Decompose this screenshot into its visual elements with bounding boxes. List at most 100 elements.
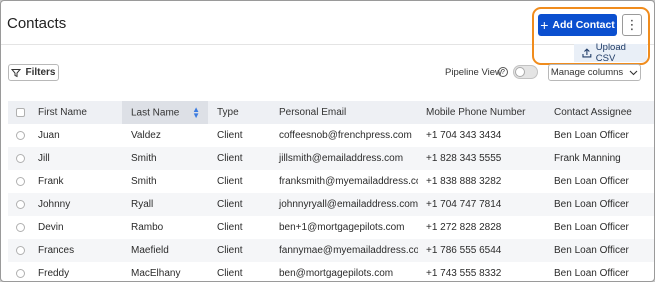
email-cell: johnnyryall@emailaddress.com bbox=[270, 193, 418, 216]
filter-icon bbox=[11, 68, 22, 77]
table-row[interactable]: Jill Smith Client jillsmith@emailaddress.co… bbox=[8, 147, 654, 170]
row-checkbox[interactable] bbox=[16, 245, 25, 255]
mobile-cell: +1 743 555 8332 bbox=[426, 268, 502, 279]
assignee-cell: Ben Loan Officer bbox=[554, 176, 629, 187]
select-all-cell bbox=[8, 101, 38, 124]
first-name-cell: Johnny bbox=[38, 193, 122, 216]
mobile-cell: +1 786 555 6544 bbox=[418, 239, 554, 262]
row-select-cell bbox=[8, 262, 38, 281]
help-icon[interactable]: ? bbox=[498, 67, 508, 77]
type-cell: Client bbox=[208, 193, 270, 216]
row-select-cell bbox=[8, 124, 38, 147]
first-name-cell: Devin bbox=[38, 222, 64, 233]
email-cell: ben+1@mortgagepilots.com bbox=[279, 222, 405, 233]
sort-icon[interactable]: ▲ ▼ bbox=[192, 105, 200, 119]
first-name-cell: Frank bbox=[38, 176, 64, 187]
last-name-cell: Maefield bbox=[122, 239, 208, 262]
contacts-panel: Contacts + Add Contact ⋮ Upload CSV Filt… bbox=[0, 0, 655, 282]
column-header-mobile-phone[interactable]: Mobile Phone Number bbox=[418, 101, 554, 124]
table-row[interactable]: Devin Rambo Client ben+1@mortgagepilots.com… bbox=[8, 216, 654, 239]
type-cell: Client bbox=[217, 268, 243, 279]
row-select-cell bbox=[8, 147, 38, 170]
mobile-cell: +1 704 343 3434 bbox=[426, 130, 502, 141]
row-checkbox[interactable] bbox=[16, 153, 25, 163]
row-select-cell bbox=[8, 170, 38, 193]
column-header-label: Last Name bbox=[131, 107, 180, 119]
page-header: Contacts + Add Contact ⋮ bbox=[1, 1, 654, 45]
upload-csv-label: Upload CSV bbox=[595, 42, 626, 64]
chevron-down-icon bbox=[629, 70, 638, 75]
toggle-knob bbox=[515, 67, 525, 77]
add-contact-label: Add Contact bbox=[552, 19, 615, 31]
email-cell: coffeesnob@frenchpress.com bbox=[279, 130, 412, 141]
column-header-personal-email[interactable]: Personal Email bbox=[270, 101, 418, 124]
column-header-label: First Name bbox=[38, 107, 87, 118]
column-header-type[interactable]: Type bbox=[208, 101, 270, 124]
column-header-label: Type bbox=[217, 107, 239, 118]
row-checkbox[interactable] bbox=[16, 199, 25, 209]
upload-csv-menu-item[interactable]: Upload CSV bbox=[574, 42, 647, 64]
table-row[interactable]: Frank Smith Client franksmith@myemailaddres… bbox=[8, 170, 654, 193]
row-select-cell bbox=[8, 216, 38, 239]
manage-columns-label: Manage columns bbox=[550, 67, 624, 78]
row-checkbox[interactable] bbox=[16, 176, 25, 186]
table-header-row: First Name Last Name ▲ ▼ Type Personal Em… bbox=[8, 101, 654, 124]
type-cell: Client bbox=[217, 176, 243, 187]
table-row[interactable]: Freddy MacElhany Client ben@mortgagepilots.… bbox=[8, 262, 654, 281]
email-cell: jillsmith@emailaddress.com bbox=[270, 147, 418, 170]
email-cell: fannymae@myemailaddress.com bbox=[270, 239, 418, 262]
column-header-label: Mobile Phone Number bbox=[426, 107, 526, 118]
table-row[interactable]: Johnny Ryall Client johnnyryall@emailaddres… bbox=[8, 193, 654, 216]
row-checkbox[interactable] bbox=[16, 130, 25, 140]
last-name-cell: Ryall bbox=[122, 193, 208, 216]
column-header-label: Personal Email bbox=[279, 107, 347, 118]
column-header-contact-assignee[interactable]: Contact Assignee bbox=[554, 101, 654, 124]
first-name-cell: Jill bbox=[38, 147, 122, 170]
last-name-cell: Rambo bbox=[131, 222, 164, 233]
add-contact-button[interactable]: + Add Contact bbox=[538, 14, 617, 36]
assignee-cell: Ben Loan Officer bbox=[554, 268, 629, 279]
pipeline-view-toggle[interactable] bbox=[513, 65, 538, 79]
column-header-first-name[interactable]: First Name bbox=[38, 101, 122, 124]
mobile-cell: +1 838 888 3282 bbox=[426, 176, 502, 187]
filters-button[interactable]: Filters bbox=[8, 64, 59, 81]
page-title: Contacts bbox=[7, 15, 67, 32]
last-name-cell: MacElhany bbox=[131, 268, 181, 279]
mobile-cell: +1 704 747 7814 bbox=[418, 193, 554, 216]
row-select-cell bbox=[8, 239, 38, 262]
table-row[interactable]: Frances Maefield Client fannymae@myemailadd… bbox=[8, 239, 654, 262]
filters-label: Filters bbox=[25, 67, 56, 78]
row-checkbox[interactable] bbox=[16, 268, 25, 278]
mobile-cell: +1 272 828 2828 bbox=[426, 222, 502, 233]
type-cell: Client bbox=[217, 130, 243, 141]
assignee-cell: Frank Manning bbox=[554, 147, 654, 170]
last-name-cell: Smith bbox=[131, 176, 157, 187]
row-checkbox[interactable] bbox=[16, 222, 25, 232]
first-name-cell: Frances bbox=[38, 239, 122, 262]
column-header-label: Contact Assignee bbox=[554, 107, 632, 118]
last-name-cell: Valdez bbox=[131, 130, 161, 141]
select-all-checkbox[interactable] bbox=[16, 107, 25, 117]
mobile-cell: +1 828 343 5555 bbox=[418, 147, 554, 170]
email-cell: franksmith@myemailaddress.com bbox=[279, 176, 418, 187]
table-row[interactable]: Juan Valdez Client coffeesnob@frenchpress.c… bbox=[8, 124, 654, 147]
row-select-cell bbox=[8, 193, 38, 216]
pipeline-view-label: Pipeline View bbox=[445, 67, 502, 78]
assignee-cell: Ben Loan Officer bbox=[554, 222, 629, 233]
contacts-table: First Name Last Name ▲ ▼ Type Personal Em… bbox=[8, 101, 654, 281]
type-cell: Client bbox=[217, 222, 243, 233]
upload-icon bbox=[582, 48, 592, 58]
column-header-last-name[interactable]: Last Name ▲ ▼ bbox=[122, 101, 208, 124]
first-name-cell: Juan bbox=[38, 130, 60, 141]
more-options-button[interactable]: ⋮ bbox=[622, 14, 642, 36]
last-name-cell: Smith bbox=[122, 147, 208, 170]
manage-columns-button[interactable]: Manage columns bbox=[548, 64, 641, 81]
assignee-cell: Ben Loan Officer bbox=[554, 193, 654, 216]
type-cell: Client bbox=[208, 147, 270, 170]
type-cell: Client bbox=[208, 239, 270, 262]
kebab-menu-icon: ⋮ bbox=[625, 17, 639, 32]
first-name-cell: Freddy bbox=[38, 268, 70, 279]
assignee-cell: Ben Loan Officer bbox=[554, 239, 654, 262]
email-cell: ben@mortgagepilots.com bbox=[279, 268, 394, 279]
plus-icon: + bbox=[540, 16, 549, 33]
